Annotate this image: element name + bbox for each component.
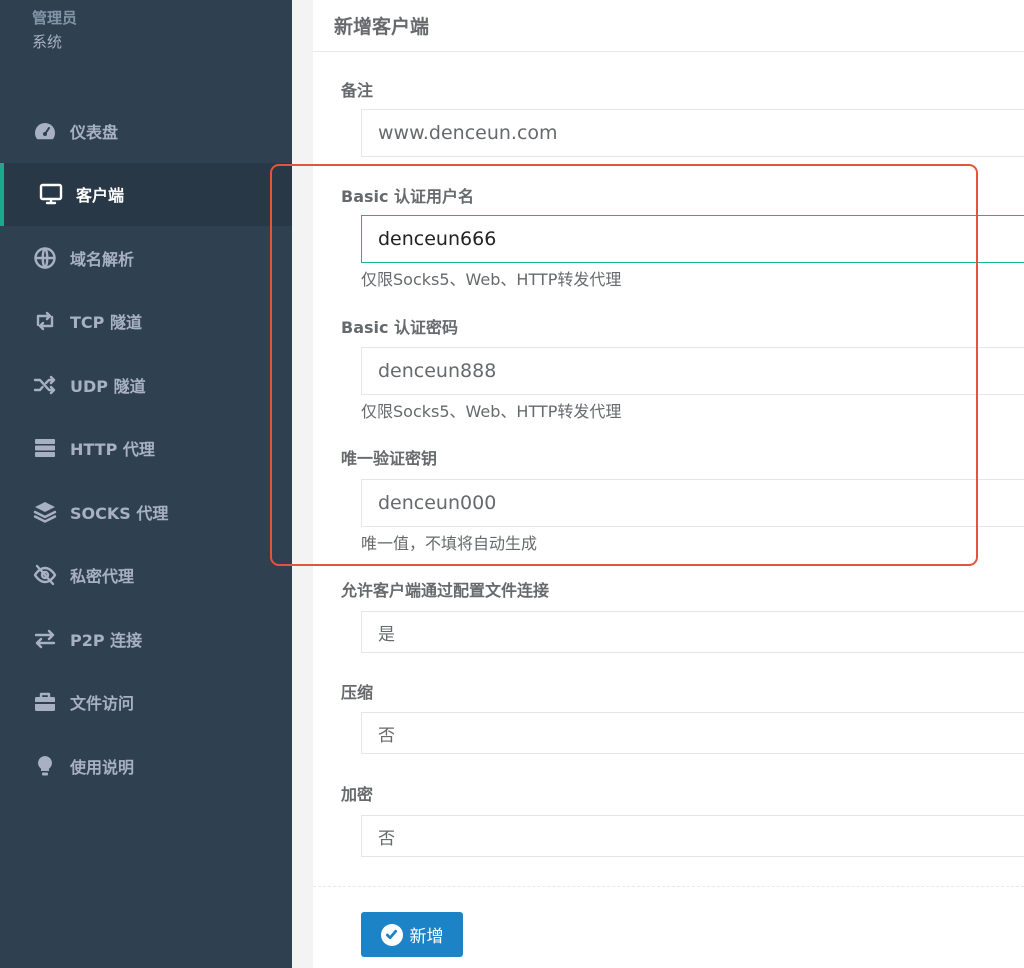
random-icon	[32, 374, 58, 396]
sidebar-item-label: 域名解析	[70, 249, 135, 269]
sidebar-item-udp[interactable]: UDP 隧道	[0, 353, 292, 417]
sidebar-nav: 仪表盘 客户端 域名解析 TCP 隧道 UDP 隧道 HTTP 代理 SOCKS…	[0, 99, 292, 798]
config-conn-label: 允许客户端通过配置文件连接	[341, 581, 550, 600]
page-title: 新增客户端	[313, 0, 1024, 52]
form-divider	[313, 886, 1024, 887]
sidebar-item-label: 仪表盘	[70, 122, 119, 142]
user-role: 管理员	[32, 9, 78, 27]
sidebar-item-dashboard[interactable]: 仪表盘	[0, 99, 292, 163]
sidebar-item-label: 使用说明	[70, 757, 135, 777]
sidebar-item-tcp[interactable]: TCP 隧道	[0, 290, 292, 354]
sidebar-item-label: 文件访问	[70, 694, 135, 714]
sidebar-item-domain[interactable]: 域名解析	[0, 226, 292, 290]
sidebar-item-docs[interactable]: 使用说明	[0, 734, 292, 798]
sidebar-item-label: UDP 隧道	[70, 376, 146, 396]
lightbulb-icon	[32, 755, 58, 777]
monitor-icon	[38, 183, 64, 205]
briefcase-icon	[32, 691, 58, 713]
layers-icon	[32, 501, 58, 523]
sidebar-item-label: HTTP 代理	[70, 440, 155, 460]
sidebar-item-label: 客户端	[76, 186, 125, 206]
eye-slash-icon	[32, 564, 58, 586]
sidebar-item-http[interactable]: HTTP 代理	[0, 417, 292, 481]
annotation-highlight-box	[270, 164, 978, 566]
remark-input[interactable]	[361, 109, 1024, 157]
sidebar-item-label: SOCKS 代理	[70, 503, 169, 523]
submit-button[interactable]: 新增	[361, 912, 463, 957]
retweet-icon	[32, 310, 58, 332]
sidebar-item-p2p[interactable]: P2P 连接	[0, 607, 292, 671]
user-sub: 系统	[32, 33, 63, 51]
sidebar-item-files[interactable]: 文件访问	[0, 671, 292, 735]
sidebar-item-clients[interactable]: 客户端	[0, 162, 292, 226]
sidebar: 管理员 系统 仪表盘 客户端 域名解析 TCP 隧道 UDP 隧道 HTTP 代…	[0, 0, 292, 968]
sidebar-item-label: TCP 隧道	[70, 313, 142, 333]
encrypt-select[interactable]: 否	[361, 815, 1024, 857]
user-info: 管理员 系统	[32, 6, 77, 54]
remark-label: 备注	[341, 81, 374, 100]
sidebar-item-label: 私密代理	[70, 567, 135, 587]
compress-select[interactable]: 否	[361, 712, 1024, 754]
encrypt-label: 加密	[341, 785, 374, 804]
sidebar-item-private[interactable]: 私密代理	[0, 544, 292, 608]
sidebar-item-label: P2P 连接	[70, 630, 143, 650]
submit-label: 新增	[409, 927, 444, 947]
config-conn-select[interactable]: 是	[361, 611, 1024, 653]
sidebar-item-socks[interactable]: SOCKS 代理	[0, 480, 292, 544]
check-circle-icon	[380, 923, 403, 946]
globe-icon	[32, 247, 58, 269]
exchange-icon	[32, 628, 58, 650]
compress-label: 压缩	[341, 683, 374, 702]
server-icon	[32, 437, 58, 459]
dashboard-icon	[32, 120, 58, 142]
